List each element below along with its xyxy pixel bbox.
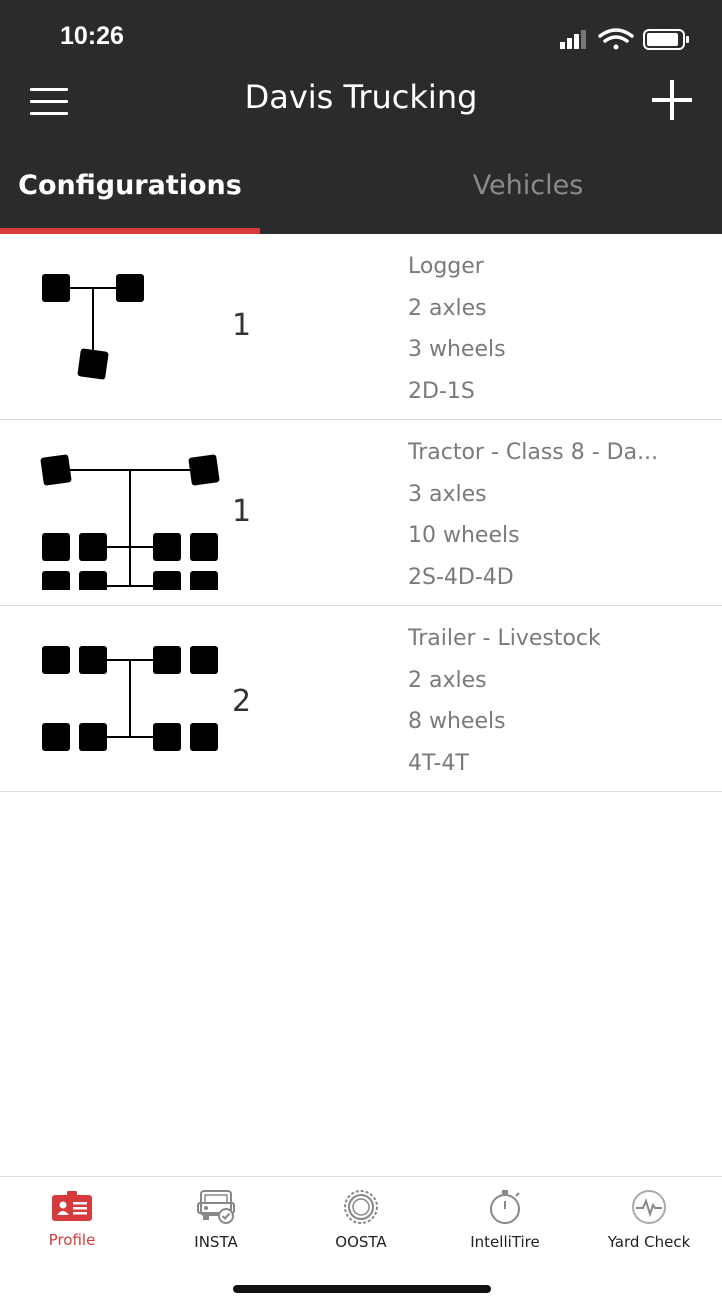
axle-count: 2 axles bbox=[408, 667, 487, 693]
home-indicator bbox=[233, 1285, 491, 1293]
configuration-name: Tractor - Class 8 - Da... bbox=[408, 440, 659, 465]
wheel-count: 3 wheels bbox=[408, 337, 506, 362]
signal-icon bbox=[560, 30, 586, 49]
configuration-code: 4T-4T bbox=[408, 750, 469, 776]
tabbar-label: Profile bbox=[48, 1231, 96, 1249]
truck-check-icon bbox=[197, 1190, 235, 1224]
tabbar-item-profile[interactable]: Profile bbox=[0, 1189, 144, 1249]
tabbar-item-intellitire[interactable]: IntelliTire bbox=[433, 1189, 577, 1251]
configuration-count: 1 bbox=[232, 494, 252, 529]
configuration-count: 1 bbox=[232, 308, 252, 343]
page-title: Davis Trucking bbox=[244, 78, 478, 116]
configuration-name: Trailer - Livestock bbox=[408, 626, 601, 651]
configuration-count: 2 bbox=[232, 684, 252, 719]
heartbeat-icon bbox=[632, 1190, 666, 1224]
list-item[interactable]: 1 Logger 2 axles 3 wheels 2D-1S bbox=[0, 234, 722, 420]
tabbar-item-oosta[interactable]: OOSTA bbox=[289, 1189, 433, 1251]
tabbar-item-insta[interactable]: INSTA bbox=[144, 1189, 288, 1251]
axle-count: 2 axles bbox=[408, 295, 487, 321]
axle-count: 3 axles bbox=[408, 481, 487, 507]
configuration-info: Tractor - Class 8 - Da... 3 axles 10 whe… bbox=[408, 438, 708, 604]
axle-diagram-icon bbox=[42, 274, 144, 380]
wheel-count: 10 wheels bbox=[408, 523, 520, 548]
stopwatch-icon bbox=[490, 1190, 520, 1224]
axle-diagram-icon bbox=[42, 646, 218, 751]
configuration-code: 2D-1S bbox=[408, 378, 475, 404]
tire-icon bbox=[344, 1190, 378, 1224]
configuration-list: 1 Logger 2 axles 3 wheels 2D-1S 1 Tracto… bbox=[0, 234, 722, 792]
tabbar-label: OOSTA bbox=[335, 1233, 387, 1251]
list-item[interactable]: 2 Trailer - Livestock 2 axles 8 wheels 4… bbox=[0, 606, 722, 792]
profile-card-icon bbox=[52, 1191, 92, 1221]
app-header: 10:26 Davis Trucking Configurations Vehi… bbox=[0, 0, 722, 234]
status-time: 10:26 bbox=[60, 22, 124, 50]
tabbar-label: INSTA bbox=[194, 1233, 238, 1251]
axle-diagram-icon bbox=[40, 454, 220, 590]
list-item[interactable]: 1 Tractor - Class 8 - Da... 3 axles 10 w… bbox=[0, 420, 722, 606]
configuration-info: Trailer - Livestock 2 axles 8 wheels 4T-… bbox=[408, 624, 708, 790]
configuration-info: Logger 2 axles 3 wheels 2D-1S bbox=[408, 252, 708, 418]
tab-vehicles[interactable]: Vehicles bbox=[400, 170, 656, 234]
tab-label: Configurations bbox=[18, 170, 242, 201]
tabbar-item-yard-check[interactable]: Yard Check bbox=[577, 1189, 721, 1251]
configuration-name: Logger bbox=[408, 254, 484, 279]
wifi-icon bbox=[598, 28, 634, 50]
tab-label: Vehicles bbox=[472, 170, 584, 201]
wheel-count: 8 wheels bbox=[408, 709, 506, 734]
status-icons bbox=[560, 28, 689, 50]
battery-icon bbox=[643, 29, 689, 50]
tabbar-label: IntelliTire bbox=[470, 1233, 540, 1251]
add-button[interactable] bbox=[652, 80, 692, 120]
tabbar-label: Yard Check bbox=[607, 1233, 691, 1251]
configuration-code: 2S-4D-4D bbox=[408, 564, 514, 590]
tab-configurations[interactable]: Configurations bbox=[0, 170, 260, 234]
